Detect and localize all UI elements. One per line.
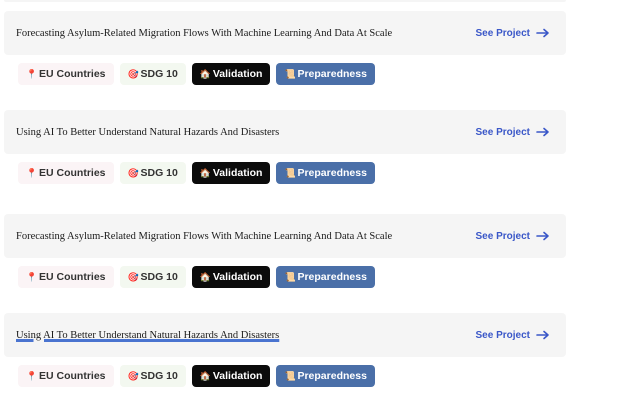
scroll-icon: 📜 [284,167,296,178]
project-card[interactable]: Forecasting Asylum-Related Migration Flo… [4,11,566,55]
validation-tag[interactable]: 🏠 Validation [191,365,271,387]
house-icon: 🏠 [199,370,212,381]
see-project-link[interactable]: See Project [476,330,550,341]
validation-tag[interactable]: 🏠 Validation [191,266,271,288]
phase-label: Preparedness [297,271,367,283]
region-label: EU Countries [39,271,106,283]
project-item: Using AI To Better Understand Natural Ha… [4,313,566,387]
sdg-label: SDG 10 [140,167,178,179]
scroll-icon: 📜 [284,68,296,79]
project-item: Forecasting Asylum-Related Migration Flo… [4,214,566,288]
tag-list: 📍 EU Countries 🎯 SDG 10 🏠 Validation 📜 Prepa… [18,266,566,288]
project-title[interactable]: Using AI To Better Understand Natural Ha… [16,330,279,341]
preparedness-tag[interactable]: 📜 Preparedness [276,365,375,387]
project-card[interactable]: Forecasting Asylum-Related Migration Flo… [4,214,566,258]
target-icon: 🎯 [127,167,139,178]
see-project-link[interactable]: See Project [476,127,550,138]
map-pin-icon: 📍 [26,271,38,282]
see-project-label[interactable]: See Project [476,28,530,39]
map-pin-icon: 📍 [26,370,38,381]
phase-label: Preparedness [297,167,367,179]
project-title[interactable]: Forecasting Asylum-Related Migration Flo… [16,28,392,39]
map-pin-icon: 📍 [26,68,38,79]
sdg-tag[interactable]: 🎯 SDG 10 [119,162,186,184]
sdg-label: SDG 10 [140,271,178,283]
stage-label: Validation [212,370,263,382]
project-item: Forecasting Asylum-Related Migration Flo… [4,11,566,85]
scroll-icon: 📜 [284,271,296,282]
stage-label: Validation [212,167,263,179]
target-icon: 🎯 [127,68,139,79]
project-title[interactable]: Using AI To Better Understand Natural Ha… [16,127,279,138]
target-icon: 🎯 [127,370,139,381]
map-pin-icon: 📍 [26,167,38,178]
arrow-right-icon [536,330,549,340]
region-tag[interactable]: 📍 EU Countries [18,266,114,288]
tag-list: 📍 EU Countries 🎯 SDG 10 🏠 Validation 📜 Prepa… [18,162,566,184]
validation-tag[interactable]: 🏠 Validation [191,162,271,184]
sdg-tag[interactable]: 🎯 SDG 10 [119,365,186,387]
see-project-label[interactable]: See Project [476,231,530,242]
preparedness-tag[interactable]: 📜 Preparedness [276,162,375,184]
preparedness-tag[interactable]: 📜 Preparedness [276,63,375,85]
sdg-tag[interactable]: 🎯 SDG 10 [119,63,186,85]
house-icon: 🏠 [199,271,212,282]
arrow-right-icon [536,127,549,137]
project-card[interactable]: Using AI To Better Understand Natural Ha… [4,313,566,357]
region-label: EU Countries [39,68,106,80]
project-item: Using AI To Better Understand Natural Ha… [4,110,566,184]
scroll-icon: 📜 [284,370,296,381]
stage-label: Validation [212,68,263,80]
validation-tag[interactable]: 🏠 Validation [191,63,271,85]
stage-label: Validation [212,271,263,283]
previous-card-edge [4,0,566,2]
project-card[interactable]: Using AI To Better Understand Natural Ha… [4,110,566,154]
target-icon: 🎯 [127,271,139,282]
see-project-label[interactable]: See Project [476,127,530,138]
tag-list: 📍 EU Countries 🎯 SDG 10 🏠 Validation 📜 Prepa… [18,365,566,387]
phase-label: Preparedness [297,370,367,382]
see-project-label[interactable]: See Project [476,330,530,341]
see-project-link[interactable]: See Project [476,231,550,242]
preparedness-tag[interactable]: 📜 Preparedness [276,266,375,288]
region-tag[interactable]: 📍 EU Countries [18,162,114,184]
see-project-link[interactable]: See Project [476,28,550,39]
sdg-tag[interactable]: 🎯 SDG 10 [119,266,186,288]
sdg-label: SDG 10 [140,68,178,80]
arrow-right-icon [536,231,549,241]
house-icon: 🏠 [199,167,212,178]
phase-label: Preparedness [297,68,367,80]
tag-list: 📍 EU Countries 🎯 SDG 10 🏠 Validation 📜 Prepa… [18,63,566,85]
region-tag[interactable]: 📍 EU Countries [18,365,114,387]
region-label: EU Countries [39,167,106,179]
project-title[interactable]: Forecasting Asylum-Related Migration Flo… [16,231,392,242]
sdg-label: SDG 10 [140,370,178,382]
region-label: EU Countries [39,370,106,382]
region-tag[interactable]: 📍 EU Countries [18,63,114,85]
arrow-right-icon [536,28,549,38]
house-icon: 🏠 [199,68,212,79]
